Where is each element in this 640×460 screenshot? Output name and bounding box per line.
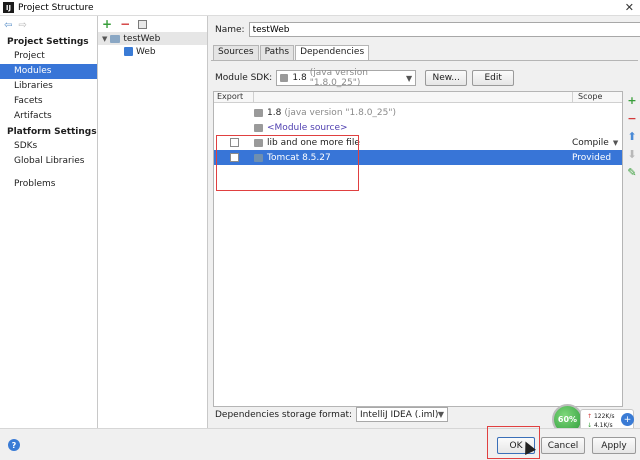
project-settings-header: Project Settings: [7, 37, 89, 47]
edit-sdk-button[interactable]: Edit: [472, 70, 515, 86]
table-header: Export Scope: [214, 92, 622, 103]
tab-sources[interactable]: Sources: [213, 45, 259, 60]
highlight-box: [216, 135, 359, 191]
dependency-scope[interactable]: Provided: [572, 153, 611, 163]
web-facet-icon: [124, 47, 133, 56]
add-icon[interactable]: +: [102, 17, 112, 31]
remove-icon[interactable]: −: [120, 17, 130, 31]
apply-button[interactable]: Apply: [592, 437, 636, 454]
nav-item-sdks[interactable]: SDKs: [0, 139, 97, 154]
sdk-detail: (java version "1.8.0_25"): [309, 68, 368, 88]
tree-node-label: testWeb: [123, 33, 161, 44]
add-dependency-icon[interactable]: +: [627, 94, 636, 107]
module-sdk-select[interactable]: 1.8 (java version "1.8.0_25") ▼: [276, 68, 417, 88]
settings-nav: ⇦ ⇨ Project Settings Project Modules Lib…: [0, 16, 98, 428]
widget-plus-icon[interactable]: +: [621, 413, 634, 426]
nav-arrows: ⇦ ⇨: [0, 16, 97, 34]
scope-column-header[interactable]: Scope: [572, 92, 622, 102]
intellij-app-icon: IJ: [3, 2, 14, 13]
window-title: Project Structure: [18, 2, 94, 13]
forward-arrow-icon[interactable]: ⇨: [18, 20, 26, 31]
nav-item-artifacts[interactable]: Artifacts: [0, 109, 97, 124]
dependency-scope[interactable]: Compile: [572, 138, 609, 148]
upload-arrow-icon: ↑: [587, 413, 593, 420]
nav-item-facets[interactable]: Facets: [0, 94, 97, 109]
module-tabs: Sources Paths Dependencies: [213, 45, 370, 60]
module-folder-icon: [110, 34, 121, 43]
back-arrow-icon[interactable]: ⇦: [4, 20, 12, 31]
module-name-input[interactable]: [248, 22, 640, 37]
title-bar: IJ Project Structure ✕: [0, 0, 640, 16]
tab-paths[interactable]: Paths: [259, 45, 295, 60]
sdk-folder-icon: [280, 74, 289, 82]
tree-node-label: Web: [136, 46, 156, 57]
module-settings: Name: Sources Paths Dependencies Module …: [209, 16, 640, 428]
storage-format-select[interactable]: IntelliJ IDEA (.iml) ▼: [356, 407, 449, 422]
tree-node-testweb[interactable]: ▼ testWeb: [98, 32, 207, 45]
chevron-down-icon: ▼: [406, 73, 413, 83]
dependency-name: 1.8: [267, 107, 282, 118]
platform-settings-header: Platform Settings: [7, 127, 97, 137]
source-folder-icon: [254, 123, 263, 132]
new-sdk-button[interactable]: New...: [425, 70, 468, 86]
tree-node-web[interactable]: Web: [98, 45, 207, 58]
dialog-buttons: ? OK Cancel Apply: [0, 428, 640, 460]
move-down-icon[interactable]: ⬇: [627, 148, 636, 161]
nav-item-problems[interactable]: Problems: [0, 177, 97, 192]
nav-item-project[interactable]: Project: [0, 49, 97, 64]
chevron-down-icon: ▼: [437, 410, 445, 419]
module-tree: + − ▼ testWeb Web: [98, 16, 208, 428]
jdk-folder-icon: [254, 108, 263, 117]
sdk-value: 1.8: [292, 73, 307, 83]
nav-item-libraries[interactable]: Libraries: [0, 79, 97, 94]
module-sdk-label: Module SDK:: [215, 73, 273, 83]
remove-dependency-icon[interactable]: −: [627, 112, 636, 125]
table-row[interactable]: <Module source>: [214, 120, 622, 135]
tab-dependencies[interactable]: Dependencies: [295, 45, 370, 60]
dependency-detail: (java version "1.8.0_25"): [284, 107, 397, 118]
export-column-header[interactable]: Export: [214, 92, 254, 102]
upload-speed: 122K/s: [593, 413, 615, 420]
tree-toolbar: + −: [98, 16, 207, 32]
dependency-toolbar: + − ⬆ ⬇ ✎: [625, 94, 639, 179]
edit-pencil-icon[interactable]: ✎: [627, 166, 636, 179]
table-row[interactable]: 1.8 (java version "1.8.0_25"): [214, 105, 622, 120]
expand-arrow-icon[interactable]: ▼: [102, 35, 107, 43]
cancel-button[interactable]: Cancel: [541, 437, 585, 454]
name-label: Name:: [215, 24, 245, 35]
dependency-name: <Module source>: [267, 122, 348, 133]
nav-item-global-libraries[interactable]: Global Libraries: [0, 154, 97, 169]
storage-format-label: Dependencies storage format:: [215, 409, 353, 420]
chevron-down-icon: ▼: [612, 138, 619, 147]
nav-item-modules[interactable]: Modules: [0, 64, 97, 79]
copy-icon[interactable]: [138, 19, 148, 29]
close-icon[interactable]: ✕: [625, 1, 634, 14]
move-up-icon[interactable]: ⬆: [627, 130, 636, 143]
help-icon[interactable]: ?: [8, 439, 20, 451]
storage-format-value: IntelliJ IDEA (.iml): [360, 409, 439, 420]
